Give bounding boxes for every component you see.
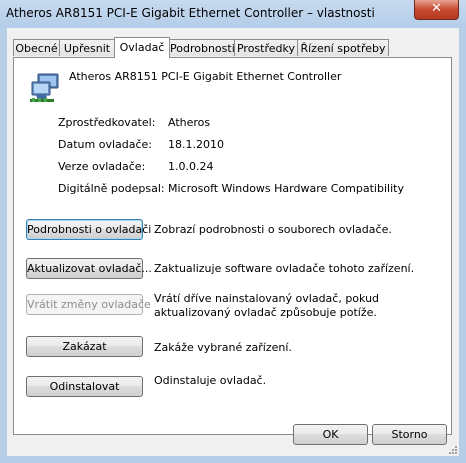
- window-title: Atheros AR8151 PCI-E Gigabit Ethernet Co…: [6, 6, 375, 20]
- window-frame-left: [0, 28, 7, 463]
- window-frame-right: [459, 28, 466, 463]
- tab-upresnit[interactable]: Upřesnit: [59, 39, 115, 56]
- cancel-button[interactable]: Storno: [372, 424, 447, 445]
- tab-prostredky[interactable]: Prostředky: [234, 39, 298, 56]
- update-driver-description: Zaktualizuje software ovladače tohoto za…: [154, 262, 415, 275]
- title-bar[interactable]: Atheros AR8151 PCI-E Gigabit Ethernet Co…: [0, 0, 466, 29]
- signer-value: Microsoft Windows Hardware Compatibility: [168, 182, 404, 195]
- ok-button[interactable]: OK: [293, 424, 368, 445]
- provider-label: Zprostředkovatel:: [58, 116, 156, 129]
- date-value: 18.1.2010: [168, 138, 224, 151]
- device-name: Atheros AR8151 PCI-E Gigabit Ethernet Co…: [69, 70, 342, 83]
- resize-grip-icon[interactable]: [448, 445, 458, 455]
- rollback-driver-button[interactable]: Vrátit změny ovladače: [26, 294, 151, 315]
- close-button[interactable]: ✕: [414, 0, 459, 20]
- version-label: Verze ovladače:: [58, 160, 146, 173]
- driver-tab-panel: Atheros AR8151 PCI-E Gigabit Ethernet Co…: [13, 57, 452, 435]
- uninstall-driver-button[interactable]: Odinstalovat: [26, 376, 143, 397]
- window-frame-bottom: [0, 456, 466, 463]
- close-icon: ✕: [431, 1, 442, 16]
- driver-details-description: Zobrazí podrobnosti o souborech ovladače…: [154, 223, 392, 236]
- version-value: 1.0.0.24: [168, 160, 214, 173]
- network-adapter-icon: [30, 73, 59, 102]
- tab-obecne[interactable]: Obecné: [13, 39, 60, 56]
- tab-rizeni-spotreby[interactable]: Řízení spotřeby: [297, 39, 389, 56]
- rollback-driver-description: Vrátí dříve nainstalovaný ovladač, pokud…: [154, 292, 380, 319]
- tab-podrobnosti[interactable]: Podrobnosti: [169, 39, 235, 56]
- signer-label: Digitálně podepsal:: [58, 182, 165, 195]
- driver-details-button[interactable]: Podrobnosti o ovladači: [26, 219, 151, 240]
- disable-device-description: Zakáže vybrané zařízení.: [154, 341, 292, 354]
- date-label: Datum ovladače:: [58, 138, 152, 151]
- tab-ovladac[interactable]: Ovladač: [114, 37, 170, 58]
- dialog-client-area: Obecné Upřesnit Ovladač Podrobnosti Pros…: [7, 28, 459, 456]
- uninstall-driver-description: Odinstaluje ovladač.: [154, 374, 267, 387]
- update-driver-button[interactable]: Aktualizovat ovladač...: [26, 258, 152, 279]
- disable-device-button[interactable]: Zakázat: [26, 336, 143, 357]
- provider-value: Atheros: [168, 116, 211, 129]
